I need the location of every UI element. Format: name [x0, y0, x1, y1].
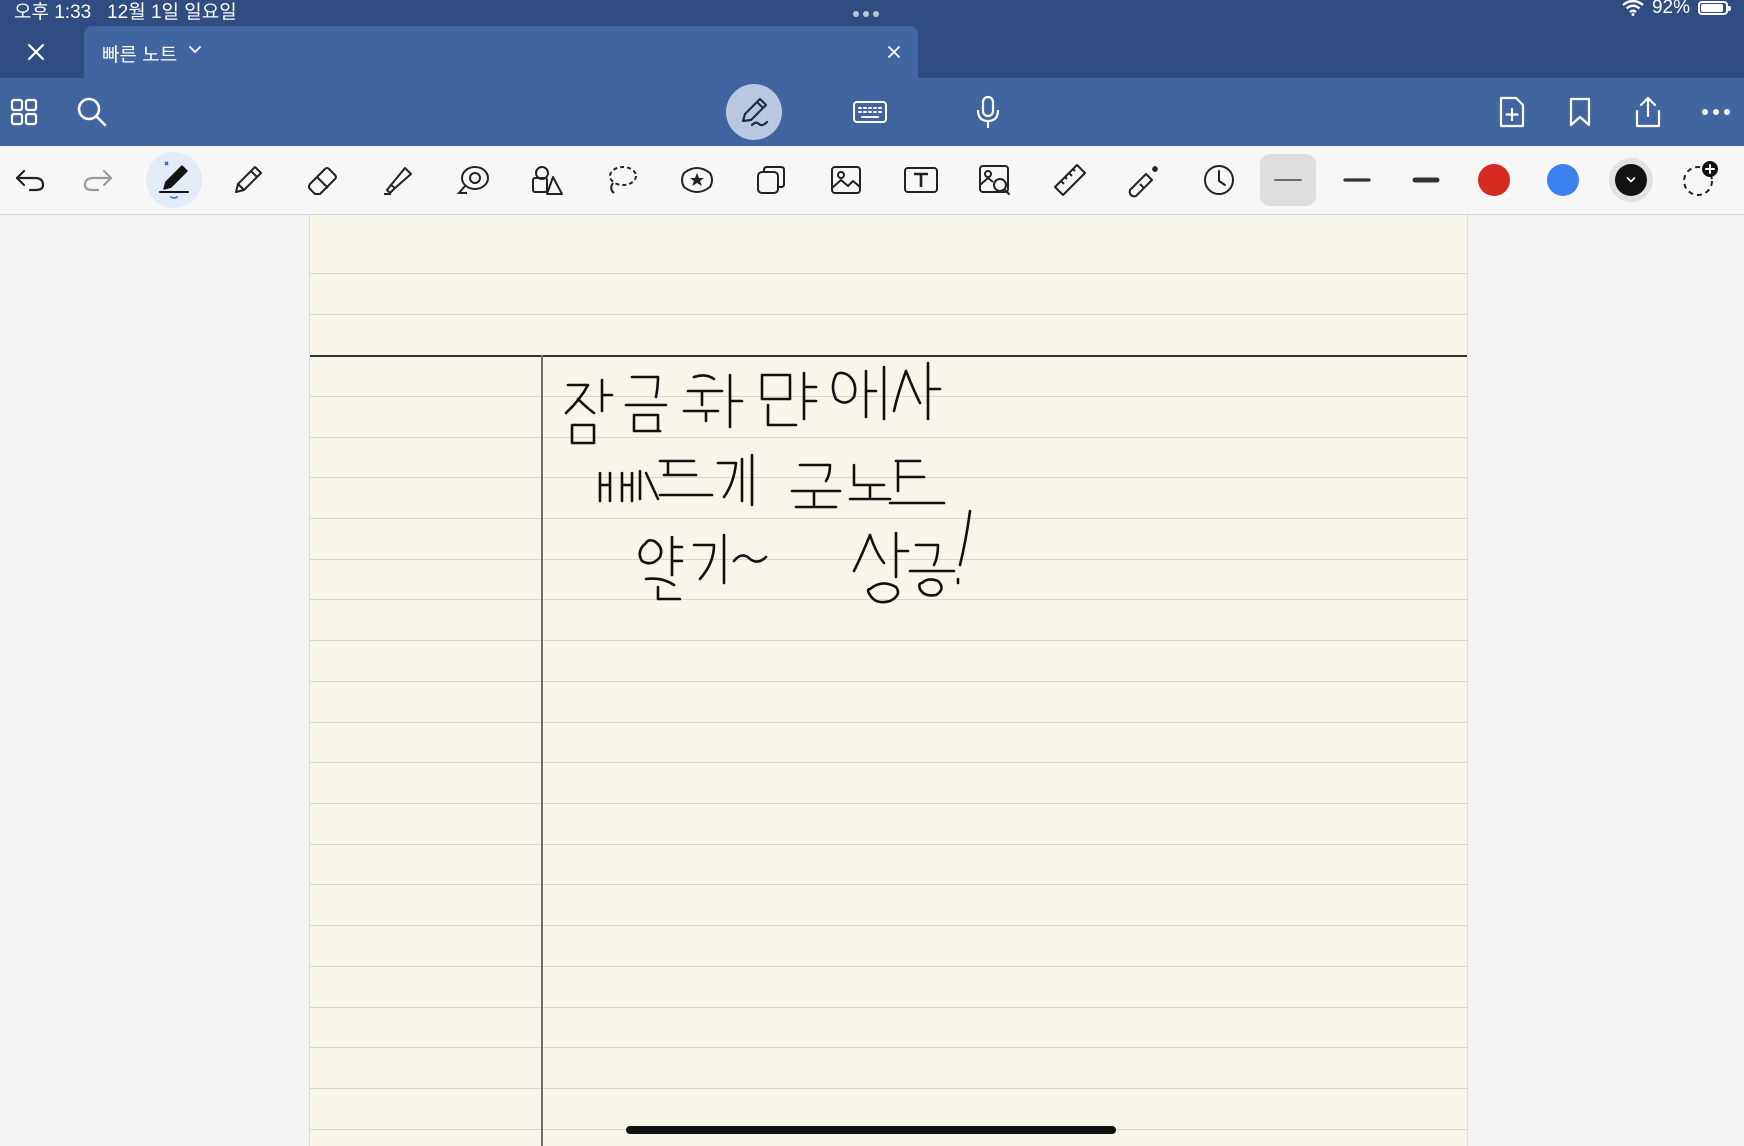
pencil-icon	[235, 166, 262, 193]
eraser-icon	[308, 167, 337, 195]
elements-tool[interactable]	[743, 154, 799, 206]
add-page-icon	[1499, 96, 1525, 128]
redo-button[interactable]	[70, 154, 126, 206]
stroke-thick-option[interactable]	[1398, 154, 1454, 206]
add-color-button[interactable]	[1672, 154, 1728, 206]
undo-icon	[15, 169, 45, 192]
shapes-tool[interactable]	[519, 154, 575, 206]
handwriting-line-2	[598, 453, 946, 509]
text-box-icon	[904, 167, 938, 193]
sticker-icon	[681, 167, 713, 193]
stroke-thin-icon	[1274, 179, 1302, 181]
status-date: 12월 1일 일요일	[107, 2, 237, 23]
redo-icon	[83, 169, 113, 192]
battery-icon	[1698, 1, 1731, 15]
tab-close-button[interactable]	[882, 40, 906, 64]
status-time: 오후 1:33	[14, 2, 92, 23]
home-indicator[interactable]	[626, 1126, 1116, 1134]
bookmark-button[interactable]	[1562, 94, 1598, 130]
multitasking-dots-icon[interactable]	[853, 4, 883, 22]
handwriting-line-1	[564, 361, 942, 445]
spray-icon	[456, 166, 489, 194]
eraser-tool[interactable]	[295, 154, 351, 206]
highlighter-icon	[384, 167, 412, 195]
highlighter-tool[interactable]	[370, 154, 426, 206]
history-icon	[1204, 165, 1234, 195]
close-icon	[27, 43, 45, 61]
color-blue-option[interactable]	[1535, 154, 1591, 206]
text-box-tool[interactable]	[893, 154, 949, 206]
selected-color-ring	[1609, 158, 1653, 202]
lasso-tool[interactable]	[594, 154, 650, 206]
pen-icon	[159, 161, 189, 199]
share-icon	[1635, 96, 1661, 128]
status-bar: 오후 1:33 12월 1일 일요일 92%	[0, 0, 1744, 26]
black-swatch	[1615, 164, 1647, 196]
tab-strip: 빠른 노트	[0, 26, 1744, 78]
color-black-option[interactable]	[1603, 154, 1659, 206]
close-notebook-button[interactable]	[20, 36, 52, 68]
chevron-down-icon	[1626, 177, 1636, 183]
handwriting-mode-button[interactable]	[726, 84, 782, 140]
bookmark-icon	[1569, 97, 1591, 127]
color-red-option[interactable]	[1466, 154, 1522, 206]
red-swatch	[1478, 164, 1510, 196]
add-color-icon	[1683, 161, 1718, 196]
tab-title: 빠른 노트	[102, 45, 178, 66]
note-page[interactable]	[309, 215, 1468, 1146]
lasso-icon	[609, 166, 637, 194]
scan-icon	[979, 165, 1010, 195]
add-page-button[interactable]	[1494, 94, 1530, 130]
status-time-date: 오후 1:33 12월 1일 일요일	[14, 0, 237, 24]
wifi-icon	[1622, 0, 1644, 16]
status-indicators: 92%	[1622, 0, 1731, 19]
grid-icon	[10, 98, 38, 126]
handwriting-ink	[564, 361, 972, 604]
search-icon	[77, 97, 107, 127]
history-tool[interactable]	[1191, 154, 1247, 206]
chevron-down-icon[interactable]	[188, 42, 202, 56]
spray-tool[interactable]	[445, 154, 501, 206]
image-tool[interactable]	[818, 154, 874, 206]
blue-swatch	[1547, 164, 1579, 196]
tab-quick-note[interactable]: 빠른 노트	[84, 26, 918, 78]
more-icon	[1702, 109, 1730, 115]
search-button[interactable]	[74, 94, 110, 130]
voice-recording-button[interactable]	[970, 94, 1006, 130]
handwriting-line-3	[638, 509, 972, 604]
thumbnails-button[interactable]	[6, 94, 42, 130]
pen-tool[interactable]	[146, 152, 202, 208]
main-toolbar	[0, 78, 1744, 146]
shapes-icon	[532, 166, 563, 195]
stroke-thin-option[interactable]	[1260, 154, 1316, 206]
share-button[interactable]	[1630, 94, 1666, 130]
more-button[interactable]	[1698, 94, 1734, 130]
close-icon	[888, 46, 900, 58]
microphone-icon	[976, 95, 1000, 129]
drawing-toolbar	[0, 146, 1744, 215]
undo-button[interactable]	[2, 154, 58, 206]
sticker-tool[interactable]	[669, 154, 725, 206]
stroke-medium-option[interactable]	[1329, 154, 1385, 206]
stroke-medium-icon	[1343, 178, 1371, 182]
stroke-thick-icon	[1412, 177, 1440, 183]
image-icon	[831, 166, 861, 194]
keyboard-icon	[853, 101, 887, 123]
elements-icon	[757, 166, 785, 194]
laser-pointer-tool[interactable]	[1117, 154, 1173, 206]
ruler-tool[interactable]	[1042, 154, 1098, 206]
ruler-icon	[1054, 164, 1086, 196]
scan-tool[interactable]	[967, 154, 1023, 206]
typing-mode-button[interactable]	[852, 94, 888, 130]
handwriting-mode-icon	[741, 97, 769, 127]
pencil-tool[interactable]	[220, 154, 276, 206]
battery-percent: 92%	[1651, 0, 1690, 18]
laser-pointer-icon	[1128, 166, 1158, 198]
